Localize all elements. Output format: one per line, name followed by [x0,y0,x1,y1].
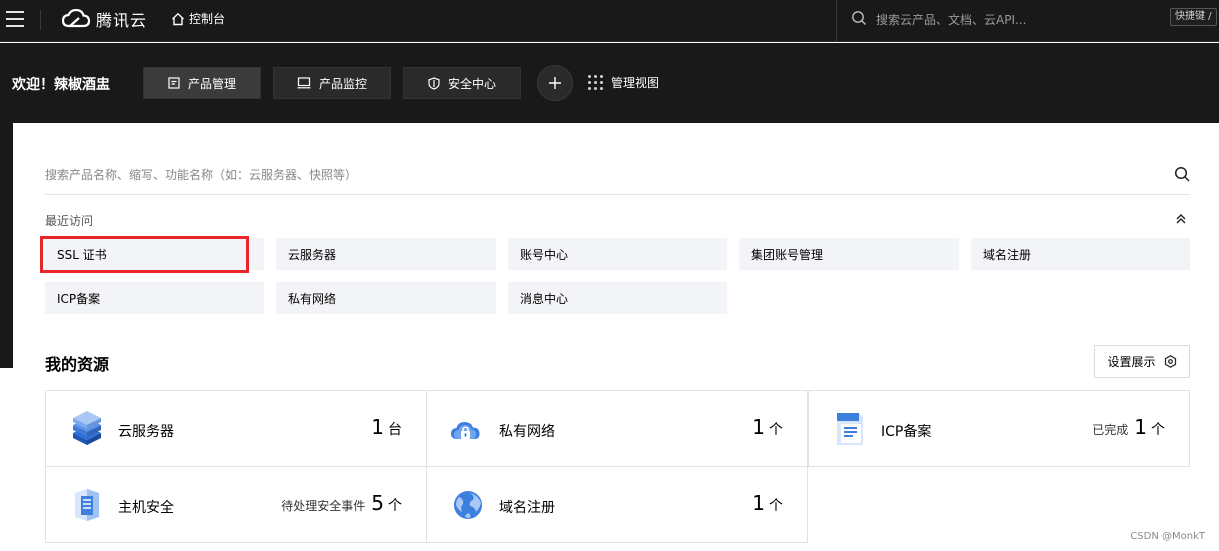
brand-logo[interactable]: 腾讯云 [62,7,147,31]
sub-navigation: 欢迎！辣椒酒盅 产品管理 产品监控 安全中心 管理视图 [0,43,1219,123]
console-label: 控制台 [189,12,226,26]
tab-label: 安全中心 [447,76,496,91]
home-icon [172,12,184,25]
welcome-text: 欢迎！辣椒酒盅 [12,77,110,93]
resource-card-domain[interactable]: 域名注册 1 个 [426,466,808,543]
display-settings-button[interactable]: 设置展示 [1094,345,1190,378]
global-search[interactable]: 搜索云产品、文档、云API... 快捷键 / [836,0,1219,42]
card-count: 1 [752,491,765,515]
divider [40,10,41,30]
resource-card-cvm[interactable]: 云服务器 1 台 [45,390,427,467]
monitor-icon [297,77,311,89]
global-search-input[interactable]: 搜索云产品、文档、云API... [876,11,1026,28]
shortcut-badge: 快捷键 / [1170,8,1217,26]
add-tab-button[interactable] [537,65,573,101]
card-stat: 待处理安全事件 5 个 [281,491,402,515]
chip-label: 域名注册 [983,247,1032,262]
document-icon [837,413,863,445]
card-name: 主机安全 [118,500,174,516]
tab-security-center[interactable]: 安全中心 [403,67,521,99]
grid-icon [588,75,603,90]
recent-item-ssl[interactable]: SSL 证书 [45,238,264,270]
manage-view-link[interactable]: 管理视图 [588,74,659,91]
chip-label: 云服务器 [288,247,337,262]
settings-label: 设置展示 [1107,355,1156,369]
tab-product-management[interactable]: 产品管理 [143,67,261,99]
brand-name: 腾讯云 [96,11,148,30]
chip-label: 集团账号管理 [751,247,824,262]
recent-label: 最近访问 [45,214,94,228]
card-unit: 个 [769,498,783,514]
card-count: 1 [371,415,384,439]
server-icon [73,411,101,445]
recent-item-icp[interactable]: ICP备案 [45,282,264,314]
search-icon[interactable] [1174,166,1190,182]
globe-icon [454,491,482,519]
product-search-input[interactable]: 搜索产品名称、缩写、功能名称（如：云服务器、快照等） [45,166,357,183]
card-note: 已完成 [1092,423,1129,437]
top-bar: 腾讯云 控制台 搜索云产品、文档、云API... 快捷键 / [0,0,1219,42]
plus-icon [549,77,561,89]
chip-label: 私有网络 [288,291,337,306]
card-name: 私有网络 [499,424,555,440]
recent-item-domain[interactable]: 域名注册 [971,238,1190,270]
card-unit: 个 [769,422,783,438]
card-name: 域名注册 [499,500,555,516]
console-link[interactable]: 控制台 [171,10,225,27]
card-stat: 已完成 1 个 [1092,415,1165,439]
recent-item-message[interactable]: 消息中心 [508,282,727,314]
card-stat: 1 台 [371,415,402,439]
gear-icon [1164,355,1176,368]
document-icon [168,77,180,89]
recent-item-vpc[interactable]: 私有网络 [276,282,496,314]
cloud-lock-icon [451,422,480,439]
card-unit: 个 [388,498,402,514]
tab-label: 产品监控 [318,76,367,91]
resource-card-vpc[interactable]: 私有网络 1 个 [426,390,808,467]
resource-card-icp[interactable]: ICP备案 已完成 1 个 [808,390,1190,467]
product-search[interactable]: 搜索产品名称、缩写、功能名称（如：云服务器、快照等） [45,155,1190,195]
card-unit: 台 [388,422,402,438]
cloud-logo-icon [62,9,90,28]
dark-edge [0,123,13,368]
card-count: 1 [1134,415,1147,439]
shield-icon [428,76,440,90]
resource-grid: 云服务器 1 台 私有网络 1 个 ICP备案 已完成 1 个 主机安全 待处理… [45,390,1190,543]
resource-card-host-security[interactable]: 主机安全 待处理安全事件 5 个 [45,466,427,543]
chevron-double-up-icon[interactable] [1175,212,1187,226]
chip-label: 账号中心 [520,247,569,262]
card-stat: 1 个 [752,415,783,439]
recent-item-group-account[interactable]: 集团账号管理 [739,238,959,270]
chip-label: 消息中心 [520,291,569,306]
host-security-icon [75,489,99,521]
tab-product-monitoring[interactable]: 产品监控 [273,67,391,99]
search-icon [852,11,866,25]
card-note: 待处理安全事件 [281,499,366,513]
recent-item-account[interactable]: 账号中心 [508,238,727,270]
card-count: 1 [752,415,765,439]
watermark: CSDN @MonkT [1130,531,1205,542]
card-stat: 1 个 [752,491,783,515]
chip-label: ICP备案 [57,291,101,306]
recent-item-cvm[interactable]: 云服务器 [276,238,496,270]
tab-label: 产品管理 [187,76,236,91]
manage-view-label: 管理视图 [611,76,660,90]
section-title: 我的资源 [45,355,110,374]
chip-label: SSL 证书 [57,247,107,262]
card-unit: 个 [1151,422,1165,438]
menu-icon[interactable] [6,11,24,27]
card-name: 云服务器 [118,424,174,440]
card-name: ICP备案 [881,424,932,440]
card-count: 5 [371,491,384,515]
